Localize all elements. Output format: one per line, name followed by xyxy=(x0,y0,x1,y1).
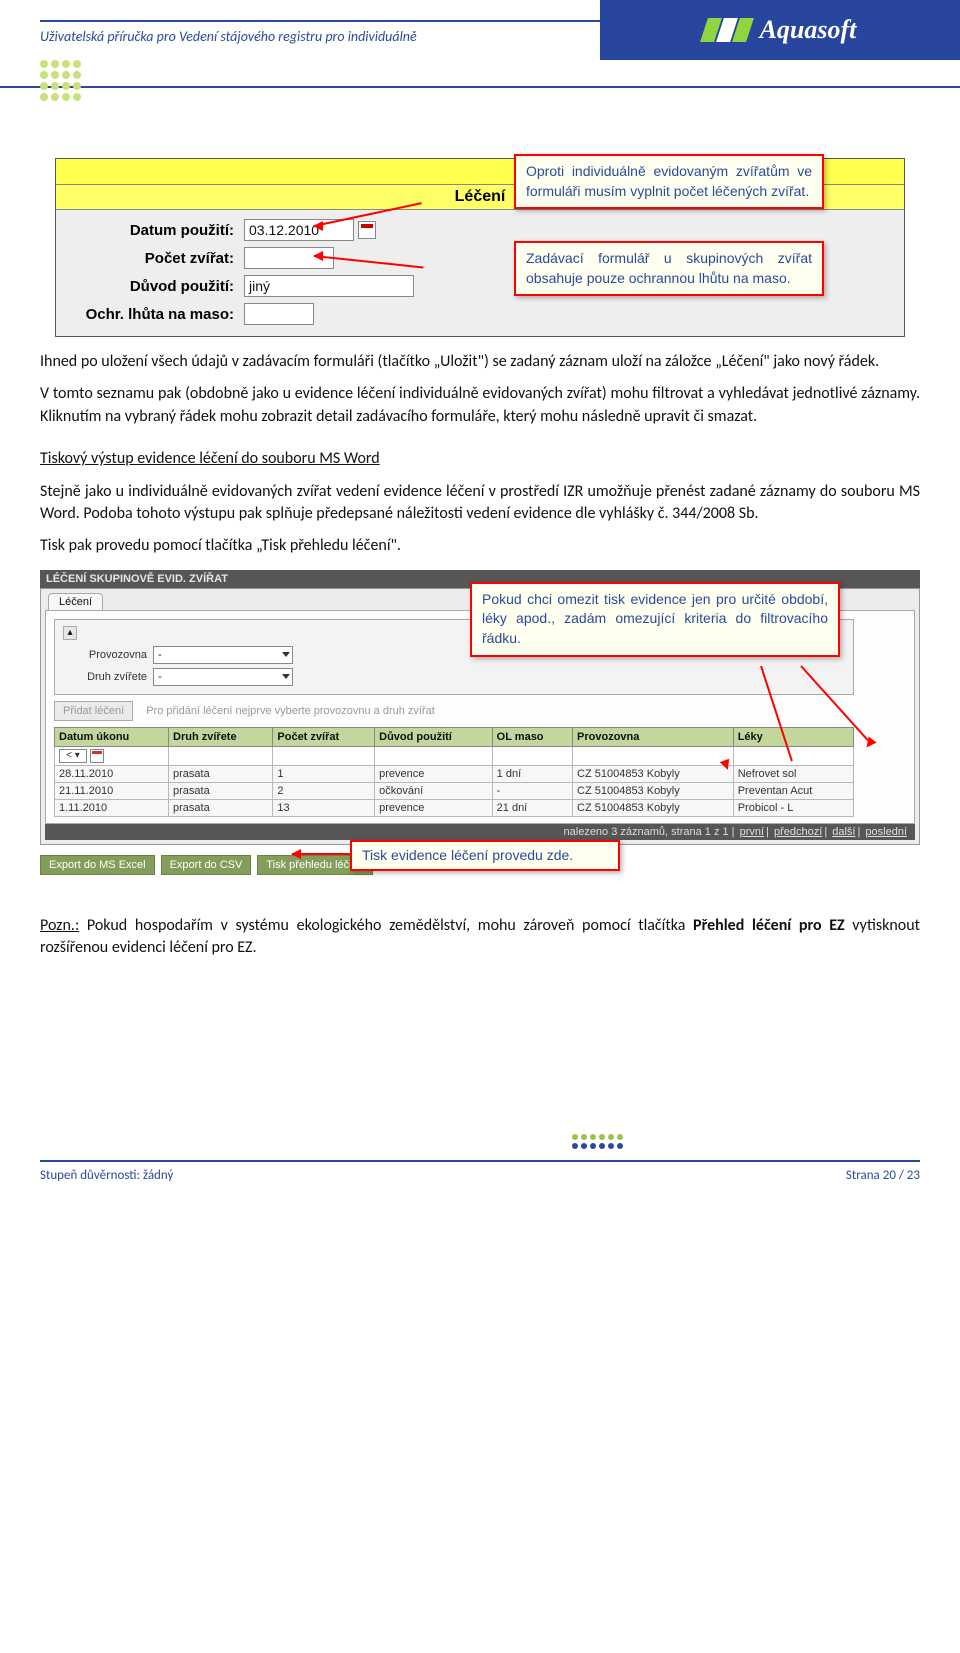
cell-duvod: prevence xyxy=(375,765,493,782)
page-prev-link[interactable]: předchozí xyxy=(774,826,822,838)
callout-filter: Pokud chci omezit tisk evidence jen pro … xyxy=(470,582,840,657)
cell-duvod: očkování xyxy=(375,782,493,799)
filter-cell[interactable] xyxy=(733,746,853,765)
filter-cell[interactable] xyxy=(375,746,493,765)
callout-count: Oproti individuálně evidovaným zvířatům … xyxy=(514,154,824,209)
brand-logo: Aquasoft xyxy=(600,0,960,60)
col-header[interactable]: Léky xyxy=(733,727,853,746)
filter-cell[interactable] xyxy=(169,746,273,765)
ochr-input[interactable] xyxy=(244,303,314,325)
treatment-table-screenshot: LÉČENÍ SKUPINOVĚ EVID. ZVÍŘAT Léčení ▴ P… xyxy=(40,570,920,875)
paragraph: Ihned po uložení všech údajů v zadávacím… xyxy=(40,351,920,373)
provozovna-select[interactable]: - xyxy=(153,646,293,664)
cell-pocet: 1 xyxy=(273,765,375,782)
cell-pocet: 13 xyxy=(273,799,375,816)
col-header[interactable]: OL maso xyxy=(492,727,572,746)
date-label: Datum použití: xyxy=(64,222,244,239)
add-treatment-button: Přidat léčení xyxy=(54,701,133,721)
cell-duvod: prevence xyxy=(375,799,493,816)
ochr-label: Ochr. lhůta na maso: xyxy=(64,306,244,323)
cell-pocet: 2 xyxy=(273,782,375,799)
note-paragraph: Pozn.: Pokud hospodařím v systému ekolog… xyxy=(40,915,920,960)
paragraph: V tomto seznamu pak (obdobně jako u evid… xyxy=(40,383,920,428)
filter-cell[interactable] xyxy=(273,746,375,765)
col-header[interactable]: Datum úkonu xyxy=(55,727,169,746)
page-next-link[interactable]: další xyxy=(832,826,855,838)
table-row[interactable]: 28.11.2010 prasata 1 prevence 1 dní CZ 5… xyxy=(55,765,854,782)
grid-filter-row: < ▾ xyxy=(55,746,854,765)
col-header[interactable]: Počet zvířat xyxy=(273,727,375,746)
table-row[interactable]: 1.11.2010 prasata 13 prevence 21 dní CZ … xyxy=(55,799,854,816)
cell-leky: Probicol - L xyxy=(733,799,853,816)
paragraph: Stejně jako u individuálně evidovaných z… xyxy=(40,481,920,526)
cell-leky: Preventan Acut xyxy=(733,782,853,799)
chevron-down-icon xyxy=(282,652,290,657)
grid-status-bar: nalezeno 3 záznamů, strana 1 z 1 | první… xyxy=(45,824,915,840)
chevron-down-icon xyxy=(282,674,290,679)
calendar-icon[interactable] xyxy=(90,749,104,763)
page-header: Uživatelská příručka pro Vedení stájovéh… xyxy=(0,0,960,88)
date-input[interactable]: 03.12.2010 xyxy=(244,219,354,241)
reason-input[interactable]: jiný xyxy=(244,275,414,297)
treatment-form-screenshot: Léčení Datum použití: 03.12.2010 Počet z… xyxy=(55,158,905,337)
cell-ol: 21 dní xyxy=(492,799,572,816)
logo-icon xyxy=(704,18,750,42)
brand-name: Aquasoft xyxy=(760,15,857,45)
col-header[interactable]: Provozovna xyxy=(573,727,734,746)
note-lead: Pozn.: xyxy=(40,916,79,935)
filter-cell[interactable] xyxy=(573,746,734,765)
decorative-dots-icon xyxy=(572,1134,620,1162)
calendar-icon[interactable] xyxy=(358,221,376,239)
add-hint-text: Pro přidání léčení nejprve vyberte provo… xyxy=(146,705,435,717)
cell-druh: prasata xyxy=(169,782,273,799)
cell-prov: CZ 51004853 Kobyly xyxy=(573,799,734,816)
page-last-link[interactable]: poslední xyxy=(865,826,907,838)
cell-druh: prasata xyxy=(169,799,273,816)
section-subheading: Tiskový výstup evidence léčení do soubor… xyxy=(40,449,380,468)
cell-ol: - xyxy=(492,782,572,799)
collapse-icon[interactable]: ▴ xyxy=(63,626,77,640)
page-first-link[interactable]: první xyxy=(740,826,764,838)
cell-ol: 1 dní xyxy=(492,765,572,782)
page-footer: Stupeň důvěrnosti: žádný Strana 20 / 23 xyxy=(40,1160,920,1183)
cell-prov: CZ 51004853 Kobyly xyxy=(573,765,734,782)
col-header[interactable]: Důvod použití xyxy=(375,727,493,746)
cell-druh: prasata xyxy=(169,765,273,782)
footer-page-number: Strana 20 / 23 xyxy=(846,1168,920,1183)
decorative-dots-icon xyxy=(40,60,88,108)
druh-select[interactable]: - xyxy=(153,668,293,686)
cell-leky: Nefrovet sol xyxy=(733,765,853,782)
callout-ochr: Zadávací formulář u skupinových zvířat o… xyxy=(514,241,824,296)
druh-label: Druh zvířete xyxy=(63,671,153,683)
col-header[interactable]: Druh zvířete xyxy=(169,727,273,746)
document-title: Uživatelská příručka pro Vedení stájovéh… xyxy=(40,28,417,45)
reason-label: Důvod použití: xyxy=(64,278,244,295)
body-text-block: Ihned po uložení všech údajů v zadávacím… xyxy=(40,351,920,558)
cell-prov: CZ 51004853 Kobyly xyxy=(573,782,734,799)
paragraph: Tisk pak provedu pomocí tlačítka „Tisk p… xyxy=(40,535,920,557)
filter-operator-select[interactable]: < ▾ xyxy=(59,749,87,763)
tab-treatment[interactable]: Léčení xyxy=(48,593,103,610)
callout-print: Tisk evidence léčení provedu zde. xyxy=(350,840,620,872)
note-text-a: Pokud hospodařím v systému ekologického … xyxy=(79,916,693,935)
table-row[interactable]: 21.11.2010 prasata 2 očkování - CZ 51004… xyxy=(55,782,854,799)
cell-date: 28.11.2010 xyxy=(55,765,169,782)
count-label: Počet zvířat: xyxy=(64,250,244,267)
cell-date: 21.11.2010 xyxy=(55,782,169,799)
note-bold: Přehled léčení pro EZ xyxy=(693,916,845,935)
grid-header-row: Datum úkonu Druh zvířete Počet zvířat Dů… xyxy=(55,727,854,746)
footer-confidentiality: Stupeň důvěrnosti: žádný xyxy=(40,1168,173,1183)
filter-cell-date[interactable]: < ▾ xyxy=(55,746,169,765)
filter-cell[interactable] xyxy=(492,746,572,765)
cell-date: 1.11.2010 xyxy=(55,799,169,816)
export-excel-button[interactable]: Export do MS Excel xyxy=(40,855,155,875)
export-csv-button[interactable]: Export do CSV xyxy=(161,855,252,875)
status-text: nalezeno 3 záznamů, strana 1 z 1 xyxy=(564,826,729,838)
provozovna-label: Provozovna xyxy=(63,649,153,661)
